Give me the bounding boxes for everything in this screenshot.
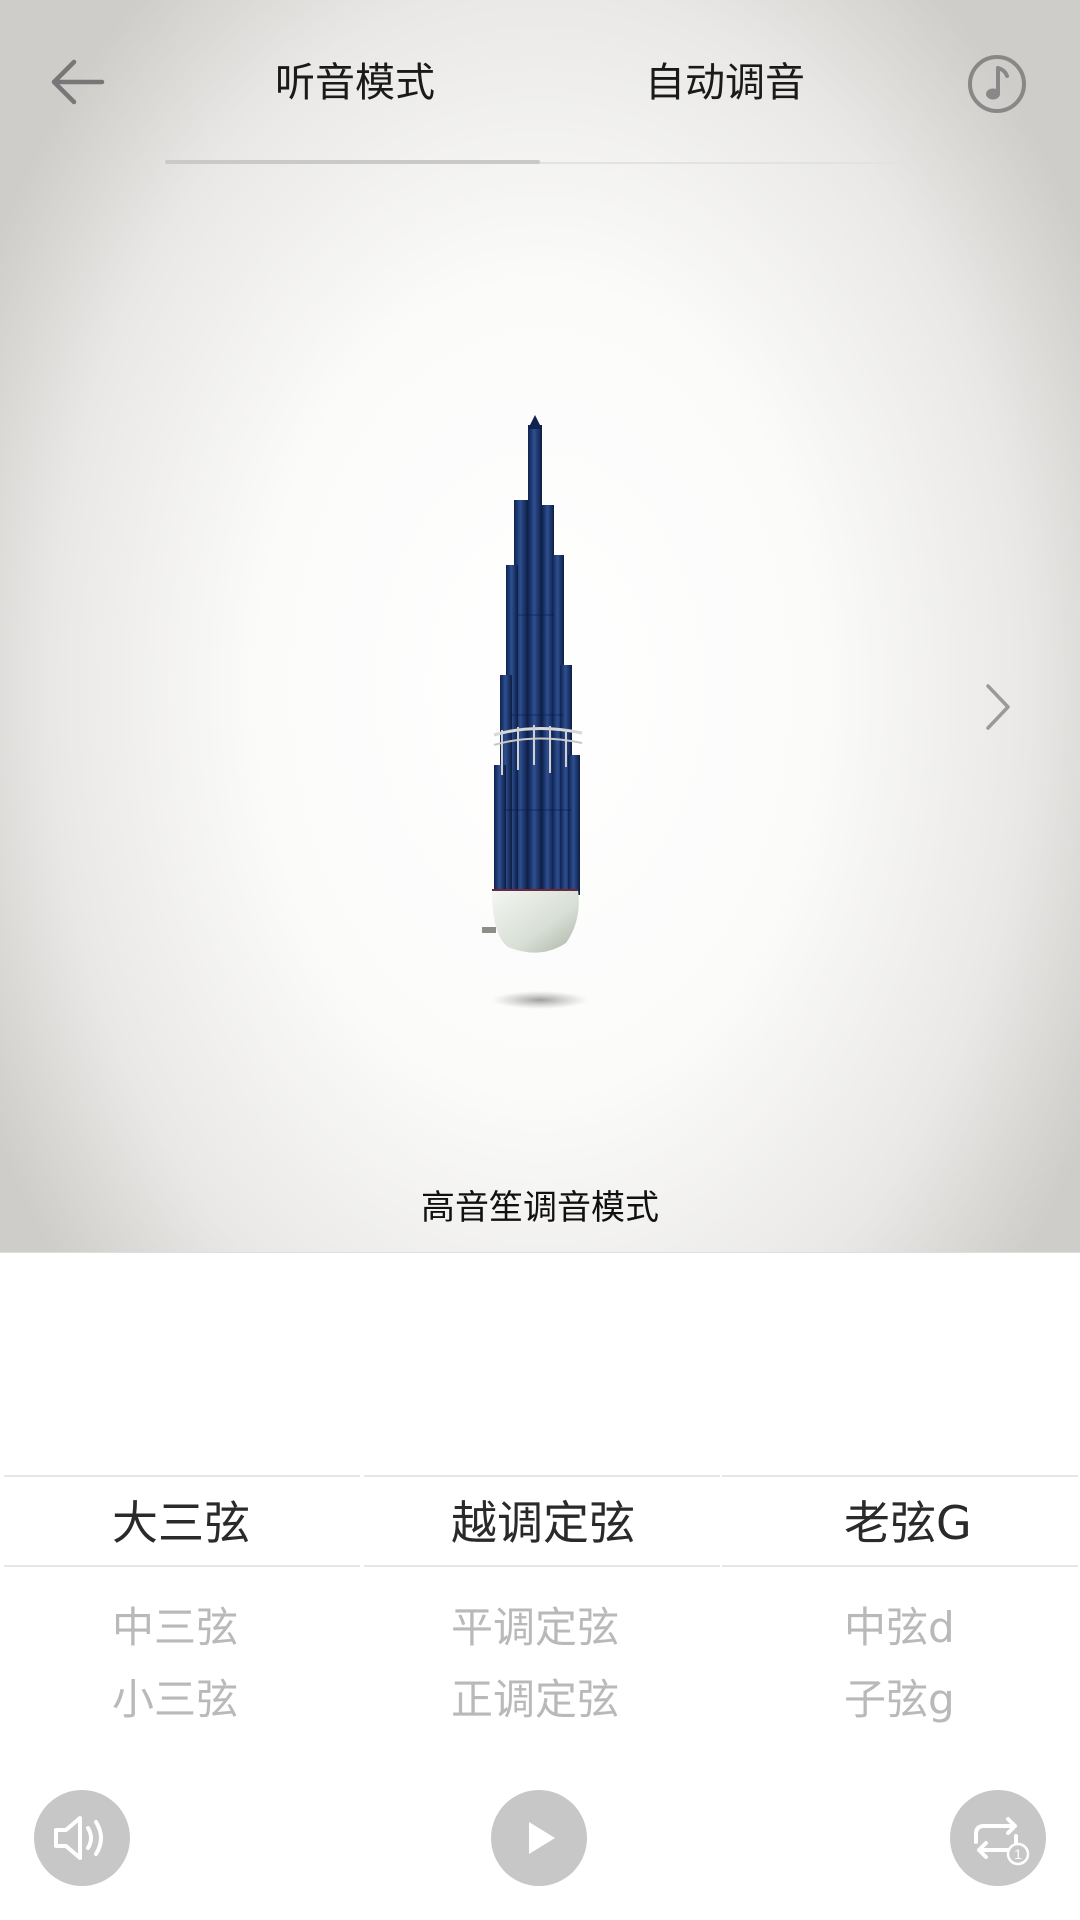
play-button[interactable] [491,1790,587,1886]
sheng-instrument-image [470,415,610,1015]
picker-selected-label: 越调定弦 [451,1496,635,1550]
chevron-right-icon[interactable] [980,680,1016,734]
speaker-icon [54,1816,103,1860]
instrument-stage: 听音模式 自动调音 高音笙调音模式 [0,0,1080,1253]
tuning-picker: 大三弦 中三弦 小三弦 越调定弦 平调定弦 正调定弦 老弦G 中弦d 子弦g [0,1475,1080,1735]
volume-button[interactable] [34,1790,130,1886]
repeat-one-icon: 1 [974,1817,1030,1866]
picker-option-label: 子弦g [844,1675,955,1724]
music-note-circle-icon[interactable] [965,52,1029,116]
picker-selected-label: 大三弦 [112,1496,250,1550]
top-bar: 听音模式 自动调音 [0,0,1080,170]
picker-option-label: 平调定弦 [451,1603,620,1652]
picker-option-label: 中三弦 [112,1603,239,1652]
arrow-left-icon[interactable] [40,42,120,122]
picker-option[interactable]: 中弦d [722,1593,1078,1663]
picker-option-label: 中弦d [844,1603,955,1652]
picker-option[interactable]: 平调定弦 [364,1593,720,1663]
picker-column-string[interactable]: 老弦G 中弦d 子弦g [722,1475,1078,1735]
picker-option[interactable]: 小三弦 [4,1665,360,1735]
picker-selected-item[interactable]: 越调定弦 [364,1475,720,1567]
loop-button[interactable]: 1 [950,1790,1046,1886]
picker-option-label: 正调定弦 [451,1675,620,1724]
picker-column-instrument[interactable]: 大三弦 中三弦 小三弦 [4,1475,360,1735]
picker-option[interactable]: 中三弦 [4,1593,360,1663]
picker-selected-label: 老弦G [844,1496,972,1550]
loop-badge: 1 [1014,1846,1022,1862]
picker-option[interactable]: 正调定弦 [364,1665,720,1735]
picker-option-label: 小三弦 [112,1675,239,1724]
tab-auto-tune[interactable]: 自动调音 [540,48,910,118]
picker-column-tuning[interactable]: 越调定弦 平调定弦 正调定弦 [364,1475,720,1735]
tab-active-indicator [165,160,540,164]
picker-option[interactable]: 子弦g [722,1665,1078,1735]
picker-selected-item[interactable]: 老弦G [722,1475,1078,1567]
play-icon [529,1822,555,1854]
picker-selected-item[interactable]: 大三弦 [4,1475,360,1567]
mode-caption: 高音笙调音模式 [421,1188,659,1228]
tab-listen-mode[interactable]: 听音模式 [170,48,540,118]
